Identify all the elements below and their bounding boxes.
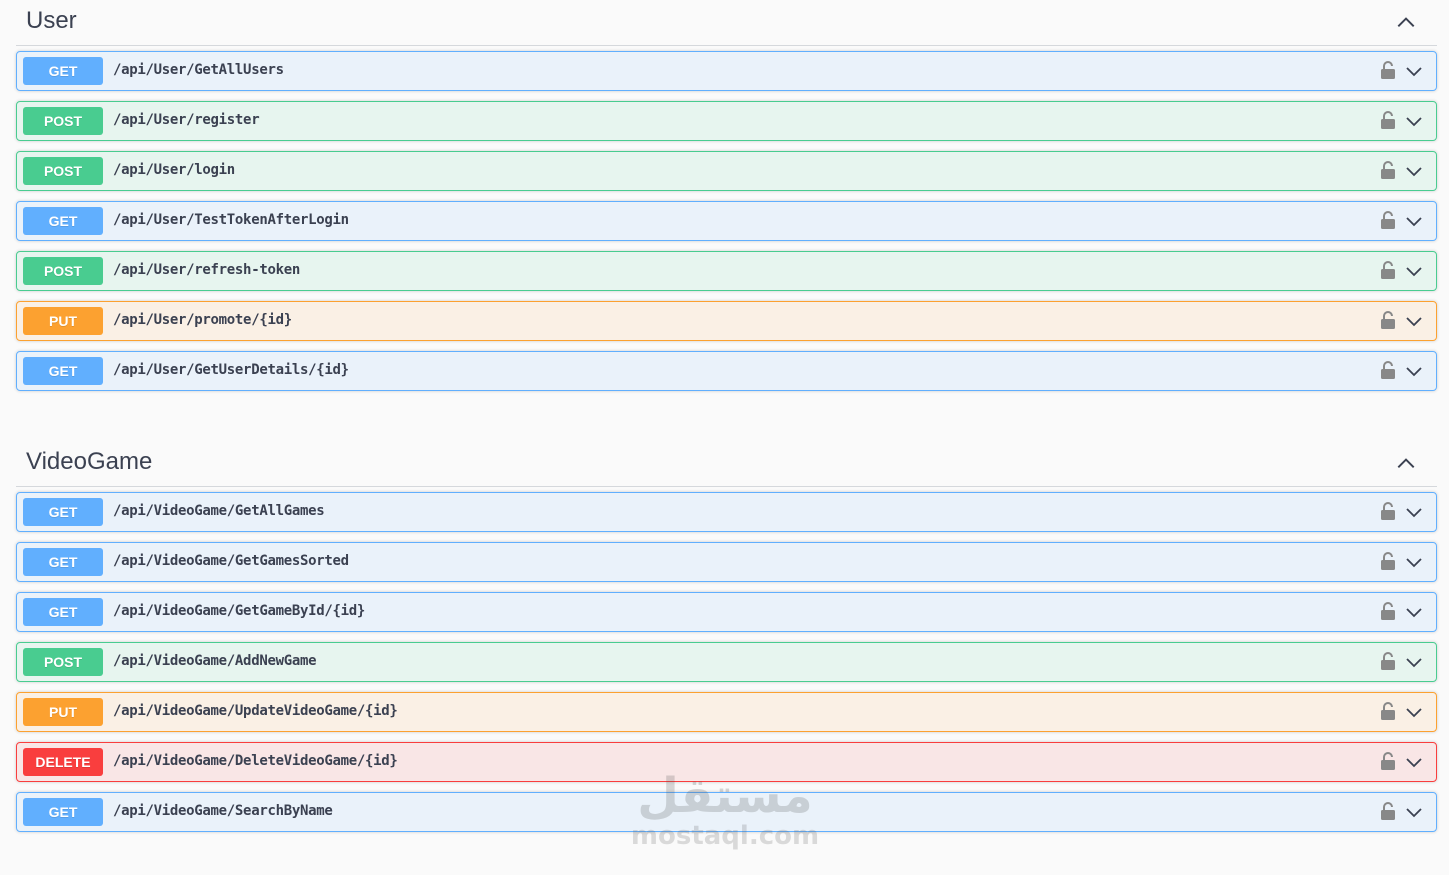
lock-icon[interactable]: [1380, 210, 1396, 230]
section-title: User: [26, 7, 77, 34]
section-header-user[interactable]: User: [16, 0, 1437, 46]
operation-row[interactable]: GET /api/VideoGame/GetGamesSorted: [16, 542, 1437, 582]
operation-row[interactable]: GET /api/VideoGame/SearchByName: [16, 792, 1437, 832]
chevron-down-icon[interactable]: [1404, 311, 1424, 331]
operation-row[interactable]: GET /api/User/GetAllUsers: [16, 51, 1437, 91]
method-badge: GET: [23, 498, 103, 526]
operation-row[interactable]: POST /api/User/login: [16, 151, 1437, 191]
lock-icon[interactable]: [1380, 360, 1396, 380]
section-title: VideoGame: [26, 448, 153, 475]
lock-icon[interactable]: [1380, 601, 1396, 621]
chevron-down-icon[interactable]: [1404, 211, 1424, 231]
operation-path: /api/VideoGame/GetGamesSorted: [113, 553, 349, 569]
method-badge: DELETE: [23, 748, 103, 776]
chevron-down-icon[interactable]: [1404, 111, 1424, 131]
chevron-down-icon[interactable]: [1404, 552, 1424, 572]
method-badge: POST: [23, 257, 103, 285]
operation-row[interactable]: PUT /api/User/promote/{id}: [16, 301, 1437, 341]
lock-icon[interactable]: [1380, 110, 1396, 130]
chevron-down-icon[interactable]: [1404, 802, 1424, 822]
swagger-page: User GET /api/User/GetAllUsers POST /api…: [0, 0, 1449, 875]
lock-icon[interactable]: [1380, 801, 1396, 821]
method-badge: GET: [23, 207, 103, 235]
chevron-down-icon[interactable]: [1404, 602, 1424, 622]
operation-path: /api/VideoGame/GetGameById/{id}: [113, 603, 365, 619]
operation-path: /api/User/GetUserDetails/{id}: [113, 362, 349, 378]
chevron-up-icon[interactable]: [1395, 453, 1417, 475]
operation-path: /api/VideoGame/UpdateVideoGame/{id}: [113, 703, 398, 719]
section-videogame: VideoGame GET /api/VideoGame/GetAllGames…: [16, 441, 1437, 842]
operation-path: /api/User/refresh-token: [113, 262, 300, 278]
lock-icon[interactable]: [1380, 551, 1396, 571]
operation-row[interactable]: GET /api/User/TestTokenAfterLogin: [16, 201, 1437, 241]
chevron-down-icon[interactable]: [1404, 261, 1424, 281]
method-badge: GET: [23, 57, 103, 85]
method-badge: GET: [23, 357, 103, 385]
operation-path: /api/User/promote/{id}: [113, 312, 292, 328]
chevron-down-icon[interactable]: [1404, 502, 1424, 522]
chevron-down-icon[interactable]: [1404, 361, 1424, 381]
method-badge: POST: [23, 107, 103, 135]
chevron-down-icon[interactable]: [1404, 702, 1424, 722]
lock-icon[interactable]: [1380, 160, 1396, 180]
operation-row[interactable]: POST /api/User/refresh-token: [16, 251, 1437, 291]
chevron-down-icon[interactable]: [1404, 752, 1424, 772]
operation-path: /api/VideoGame/GetAllGames: [113, 503, 325, 519]
operation-row[interactable]: GET /api/VideoGame/GetAllGames: [16, 492, 1437, 532]
operation-path: /api/User/register: [113, 112, 260, 128]
operation-row[interactable]: POST /api/VideoGame/AddNewGame: [16, 642, 1437, 682]
method-badge: GET: [23, 598, 103, 626]
operation-path: /api/VideoGame/AddNewGame: [113, 653, 317, 669]
lock-icon[interactable]: [1380, 501, 1396, 521]
operation-row[interactable]: GET /api/User/GetUserDetails/{id}: [16, 351, 1437, 391]
lock-icon[interactable]: [1380, 701, 1396, 721]
operation-row[interactable]: DELETE /api/VideoGame/DeleteVideoGame/{i…: [16, 742, 1437, 782]
operation-path: /api/User/GetAllUsers: [113, 62, 284, 78]
method-badge: GET: [23, 548, 103, 576]
chevron-up-icon[interactable]: [1395, 12, 1417, 34]
operations-list-videogame: GET /api/VideoGame/GetAllGames GET /api/…: [16, 492, 1437, 832]
lock-icon[interactable]: [1380, 310, 1396, 330]
lock-icon[interactable]: [1380, 260, 1396, 280]
method-badge: GET: [23, 798, 103, 826]
lock-icon[interactable]: [1380, 651, 1396, 671]
operation-row[interactable]: PUT /api/VideoGame/UpdateVideoGame/{id}: [16, 692, 1437, 732]
chevron-down-icon[interactable]: [1404, 161, 1424, 181]
operation-row[interactable]: POST /api/User/register: [16, 101, 1437, 141]
lock-icon[interactable]: [1380, 751, 1396, 771]
method-badge: POST: [23, 648, 103, 676]
operation-path: /api/VideoGame/DeleteVideoGame/{id}: [113, 753, 398, 769]
operations-list-user: GET /api/User/GetAllUsers POST /api/User…: [16, 51, 1437, 391]
method-badge: PUT: [23, 698, 103, 726]
lock-icon[interactable]: [1380, 60, 1396, 80]
chevron-down-icon[interactable]: [1404, 61, 1424, 81]
operation-path: /api/VideoGame/SearchByName: [113, 803, 333, 819]
section-header-videogame[interactable]: VideoGame: [16, 441, 1437, 487]
method-badge: PUT: [23, 307, 103, 335]
operation-row[interactable]: GET /api/VideoGame/GetGameById/{id}: [16, 592, 1437, 632]
operation-path: /api/User/login: [113, 162, 235, 178]
operation-path: /api/User/TestTokenAfterLogin: [113, 212, 349, 228]
method-badge: POST: [23, 157, 103, 185]
section-user: User GET /api/User/GetAllUsers POST /api…: [16, 0, 1437, 401]
chevron-down-icon[interactable]: [1404, 652, 1424, 672]
